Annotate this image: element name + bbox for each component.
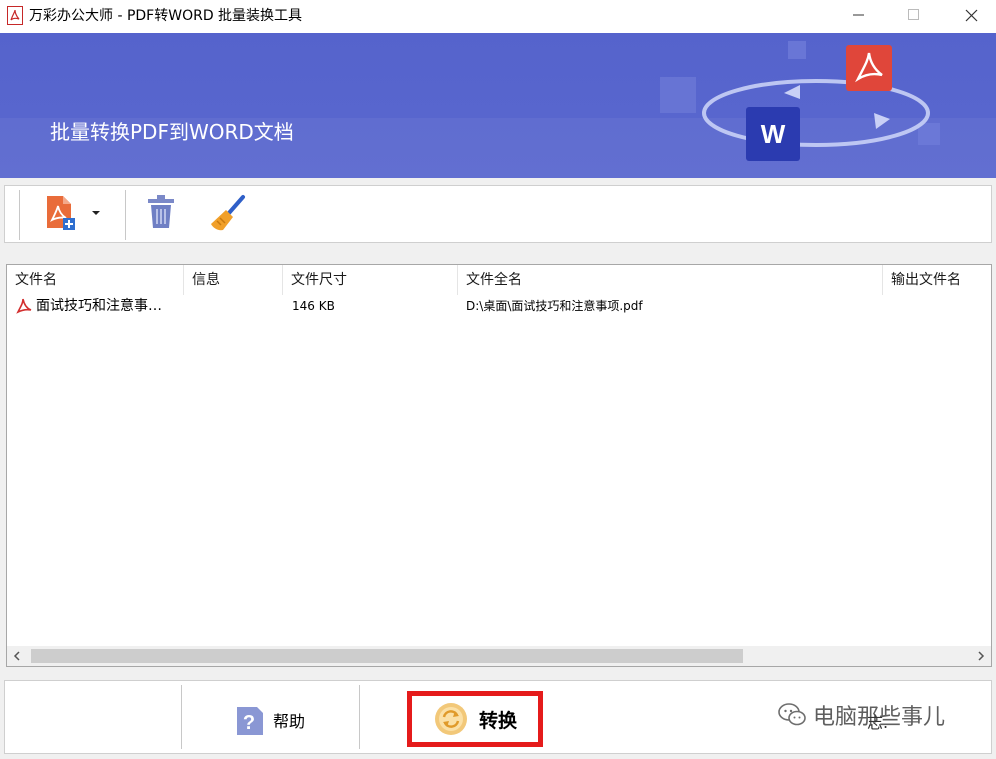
toolbar-separator [125,190,126,240]
banner-headline: 批量转换PDF到WORD文档 [50,120,294,144]
cell-filename: 面试技巧和注意事… [36,298,162,314]
column-header-output[interactable]: 输出文件名 [883,265,991,295]
file-list[interactable]: 文件名 信息 文件尺寸 文件全名 输出文件名 面试技巧和注意事… 146 KB … [6,264,992,667]
minimize-button[interactable] [830,0,888,30]
minimize-icon [853,14,864,16]
pdf-file-icon [16,298,32,314]
watermark: 电脑那些事儿 [777,699,945,731]
maximize-icon [908,9,919,20]
close-button[interactable] [942,0,996,30]
broom-icon [211,195,245,231]
window-title: 万彩办公大师 - PDF转WORD 批量装换工具 [29,8,303,24]
delete-button[interactable] [145,194,177,230]
chevron-down-icon[interactable] [89,208,103,218]
app-pdf-icon [7,6,23,25]
column-header-size[interactable]: 文件尺寸 [283,265,458,295]
table-row[interactable]: 面试技巧和注意事… 146 KB D:\桌面\面试技巧和注意事项.pdf [7,295,991,317]
pdf-to-word-illustration: W [660,41,940,161]
horizontal-scrollbar[interactable] [7,646,991,666]
list-header: 文件名 信息 文件尺寸 文件全名 输出文件名 [7,265,991,295]
cell-size: 146 KB [292,299,335,313]
chevron-right-icon [978,651,985,661]
column-header-info[interactable]: 信息 [184,265,283,295]
svg-text:?: ? [243,712,255,734]
header-banner: 批量转换PDF到WORD文档 W [0,33,996,178]
column-header-fullname[interactable]: 文件全名 [458,265,883,295]
help-button[interactable]: ? 帮助 [233,703,305,737]
bottom-bar: ? 帮助 转换 电脑那些事儿 志. [4,680,992,754]
refresh-icon [434,703,467,735]
bottom-separator [181,685,182,749]
cell-info [192,295,282,317]
cell-fullname: D:\桌面\面试技巧和注意事项.pdf [466,299,643,313]
title-bar[interactable]: 万彩办公大师 - PDF转WORD 批量装换工具 [0,0,996,33]
scroll-left-button[interactable] [7,646,27,666]
add-pdf-icon [47,196,75,230]
convert-button[interactable]: 转换 [407,691,543,747]
toolbar-separator [19,190,20,240]
column-header-filename[interactable]: 文件名 [7,265,184,295]
trash-icon [148,195,174,228]
scroll-right-button[interactable] [971,646,991,666]
pdf-badge-icon [846,45,892,91]
cell-output [891,295,991,317]
help-label: 帮助 [273,712,306,731]
bottom-separator [359,685,360,749]
wechat-icon [778,703,806,726]
convert-label: 转换 [478,709,517,732]
scrollbar-thumb[interactable] [31,649,743,663]
close-icon [965,9,977,21]
clear-button[interactable] [209,194,249,234]
log-button[interactable]: 志. [867,709,888,733]
word-badge-icon: W [746,107,800,161]
toolbar [4,185,992,243]
add-file-button[interactable] [41,194,103,232]
maximize-button[interactable] [885,0,943,30]
svg-text:W: W [761,119,786,149]
chevron-left-icon [13,651,20,661]
help-icon: ? [237,707,263,735]
